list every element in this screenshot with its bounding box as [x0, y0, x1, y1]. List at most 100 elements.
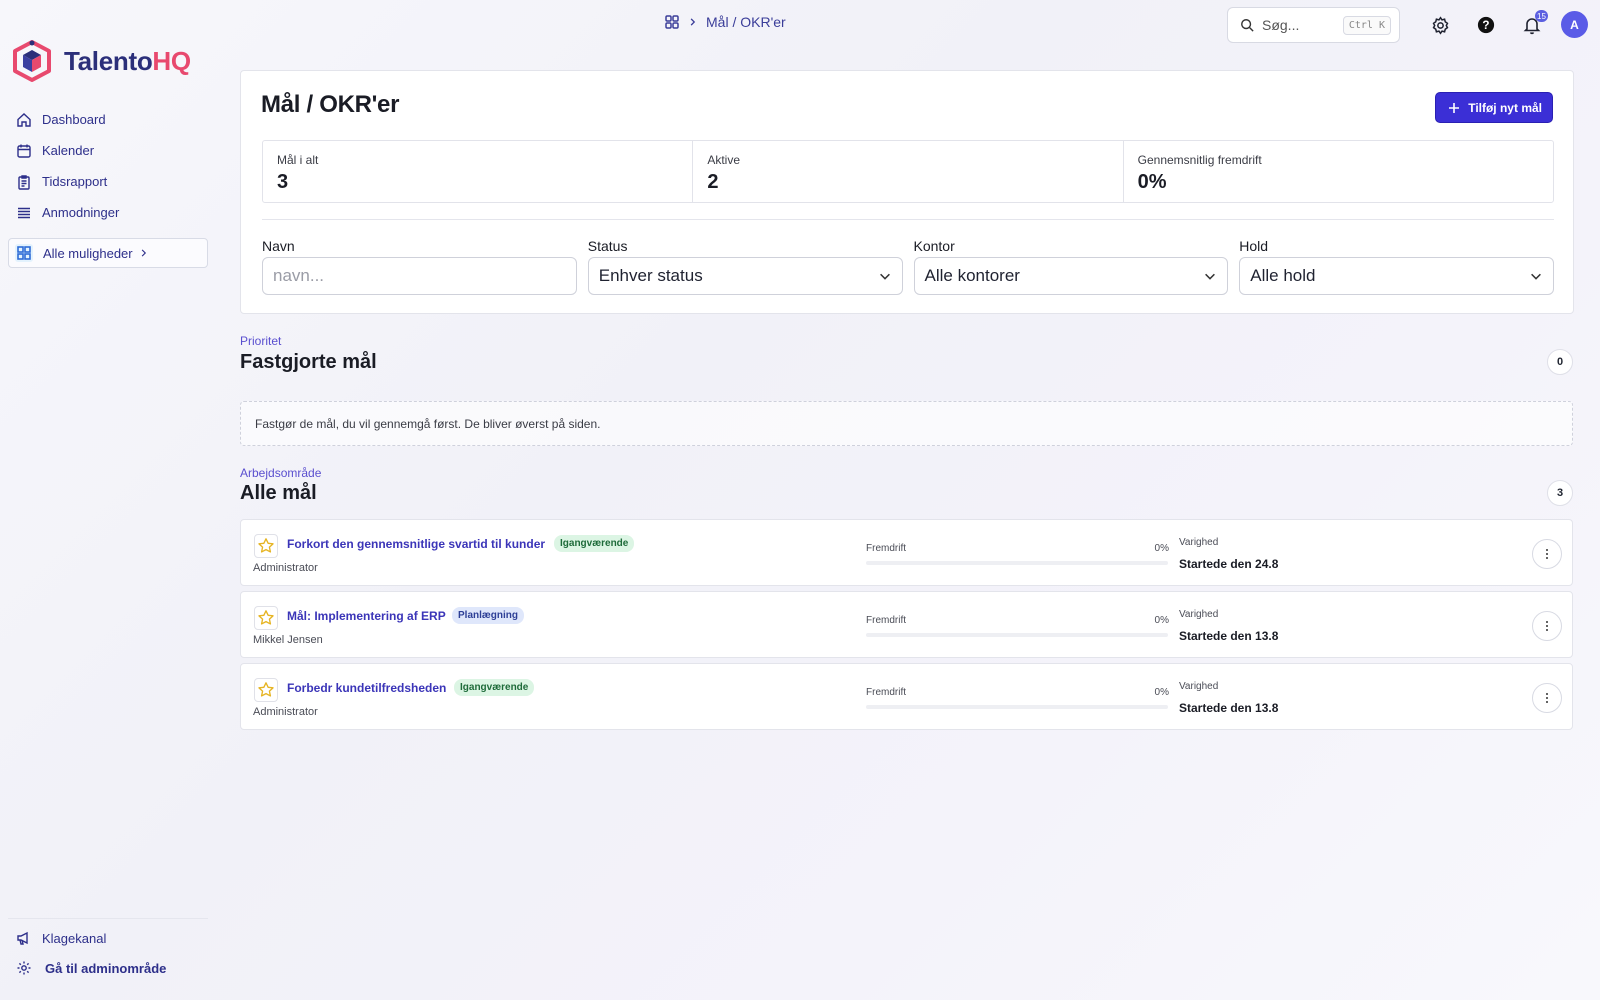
megaphone-icon	[17, 931, 28, 945]
goal-row: Mål: Implementering af ERP Planlægning M…	[240, 591, 1573, 658]
team-select-value: Alle hold	[1250, 266, 1316, 285]
add-goal-label: Tilføj nyt mål	[1468, 100, 1542, 115]
sidebar-item-all-options[interactable]: Alle muligheder	[8, 238, 208, 268]
stat-average-progress: Gennemsnitlig fremdrift 0%	[1124, 141, 1553, 202]
dots-vertical-icon	[1546, 621, 1548, 631]
duration-label: Varighed	[1179, 537, 1219, 548]
duration-value: Startede den 13.8	[1179, 701, 1279, 715]
stat-value: 0%	[1137, 171, 1167, 193]
goal-row: Forkort den gennemsnitlige svartid til k…	[240, 519, 1573, 586]
search-placeholder: Søg...	[1262, 17, 1300, 33]
sidebar-item-anmodninger[interactable]: Anmodninger	[8, 197, 208, 228]
progress-bar	[866, 561, 1168, 565]
progress-label: Fremdrift	[866, 615, 906, 626]
filter-label: Navn	[262, 238, 295, 254]
progress-percent: 0%	[1154, 687, 1169, 698]
apps-grid-icon[interactable]	[664, 14, 680, 30]
filter-label: Kontor	[913, 238, 955, 254]
sidebar: TalentoHQ Dashboard Kalender Tidsrapport…	[0, 0, 216, 1000]
stat-value: 3	[277, 171, 289, 193]
all-goals-count: 3	[1547, 480, 1573, 506]
more-options-button[interactable]	[1532, 683, 1562, 713]
status-select[interactable]: Enhver status	[587, 257, 903, 295]
progress-bar	[866, 633, 1168, 637]
stat-label: Aktive	[707, 153, 741, 167]
goal-owner: Administrator	[253, 562, 318, 574]
status-badge: Planlægning	[452, 607, 524, 624]
sidebar-item-label: Dashboard	[42, 112, 106, 127]
stat-label: Mål i alt	[277, 153, 319, 167]
brand-name: TalentoHQ	[64, 45, 191, 76]
notification-badge: 15	[1535, 10, 1548, 22]
stat-total: Mål i alt 3	[263, 141, 694, 202]
chevron-down-icon	[1205, 273, 1216, 280]
duration-label: Varighed	[1179, 681, 1219, 692]
duration-value: Startede den 24.8	[1179, 557, 1279, 571]
name-search-input[interactable]: navn...	[262, 257, 577, 295]
dots-vertical-icon	[1546, 693, 1548, 703]
search-input[interactable]: Søg... Ctrl K	[1227, 7, 1400, 43]
sidebar-item-dashboard[interactable]: Dashboard	[8, 104, 208, 135]
stat-label: Gennemsnitlig fremdrift	[1137, 153, 1262, 167]
sidebar-item-tidsrapport[interactable]: Tidsrapport	[8, 166, 208, 197]
goal-owner: Administrator	[253, 706, 318, 718]
pinned-count: 0	[1547, 349, 1573, 375]
settings-gear-icon[interactable]	[1428, 13, 1452, 37]
duration-value: Startede den 13.8	[1179, 629, 1279, 643]
sidebar-item-kalender[interactable]: Kalender	[8, 135, 208, 166]
calendar-icon	[17, 144, 31, 158]
name-placeholder: navn...	[273, 266, 325, 285]
breadcrumb-current[interactable]: Mål / OKR'er	[706, 14, 786, 30]
stat-value: 2	[707, 171, 719, 193]
filter-name: Navn navn...	[262, 238, 577, 295]
star-icon[interactable]	[254, 534, 278, 558]
sidebar-item-admin[interactable]: Gå til adminområde	[8, 953, 208, 983]
sidebar-item-label: Anmodninger	[42, 205, 120, 220]
goal-row: Forbedr kundetilfredsheden Igangværende …	[240, 663, 1573, 730]
home-icon	[17, 112, 31, 127]
avatar[interactable]: A	[1561, 11, 1588, 38]
progress-label: Fremdrift	[866, 687, 906, 698]
sidebar-item-label: Gå til adminområde	[45, 960, 167, 976]
chevron-down-icon	[879, 273, 890, 280]
filter-team: Hold Alle hold	[1239, 238, 1554, 295]
goal-title-link[interactable]: Forkort den gennemsnitlige svartid til k…	[287, 537, 545, 551]
filter-label: Hold	[1239, 238, 1269, 254]
help-icon[interactable]: ?	[1474, 13, 1498, 37]
goal-title-link[interactable]: Forbedr kundetilfredsheden	[287, 681, 446, 695]
page-title: Mål / OKR'er	[261, 91, 400, 118]
progress-label: Fremdrift	[866, 543, 906, 554]
progress-percent: 0%	[1154, 543, 1169, 554]
clipboard-icon	[18, 174, 30, 190]
chevron-right-icon	[141, 249, 146, 257]
all-goals-kicker: Arbejdsområde	[240, 466, 322, 480]
pinned-kicker: Prioritet	[240, 334, 282, 348]
chevron-right-icon	[690, 18, 696, 26]
search-icon	[1241, 19, 1254, 32]
duration-label: Varighed	[1179, 609, 1219, 620]
pinned-title: Fastgjorte mål	[240, 351, 377, 373]
plus-icon	[1449, 102, 1460, 113]
dots-vertical-icon	[1546, 549, 1548, 559]
star-icon[interactable]	[254, 678, 278, 702]
office-select[interactable]: Alle kontorer	[913, 257, 1229, 295]
more-options-button[interactable]	[1532, 611, 1562, 641]
brand-logo[interactable]: TalentoHQ	[12, 40, 191, 82]
sidebar-item-klagekanal[interactable]: Klagekanal	[8, 923, 208, 953]
star-icon[interactable]	[254, 606, 278, 630]
all-goals-title: Alle mål	[240, 482, 317, 504]
list-icon	[18, 207, 30, 218]
chevron-down-icon	[1531, 273, 1541, 280]
breadcrumb: Mål / OKR'er	[664, 14, 786, 30]
goal-title-link[interactable]: Mål: Implementering af ERP	[287, 609, 446, 623]
goal-owner: Mikkel Jensen	[253, 634, 323, 646]
gear-icon	[17, 961, 31, 975]
more-options-button[interactable]	[1532, 539, 1562, 569]
svg-text:?: ?	[1482, 19, 1489, 32]
team-select[interactable]: Alle hold	[1239, 257, 1554, 295]
progress-percent: 0%	[1154, 615, 1169, 626]
office-select-value: Alle kontorer	[924, 266, 1020, 285]
sidebar-bottom: Klagekanal Gå til adminområde	[8, 918, 208, 983]
sidebar-item-label: Tidsrapport	[42, 174, 108, 189]
add-goal-button[interactable]: Tilføj nyt mål	[1435, 92, 1553, 123]
